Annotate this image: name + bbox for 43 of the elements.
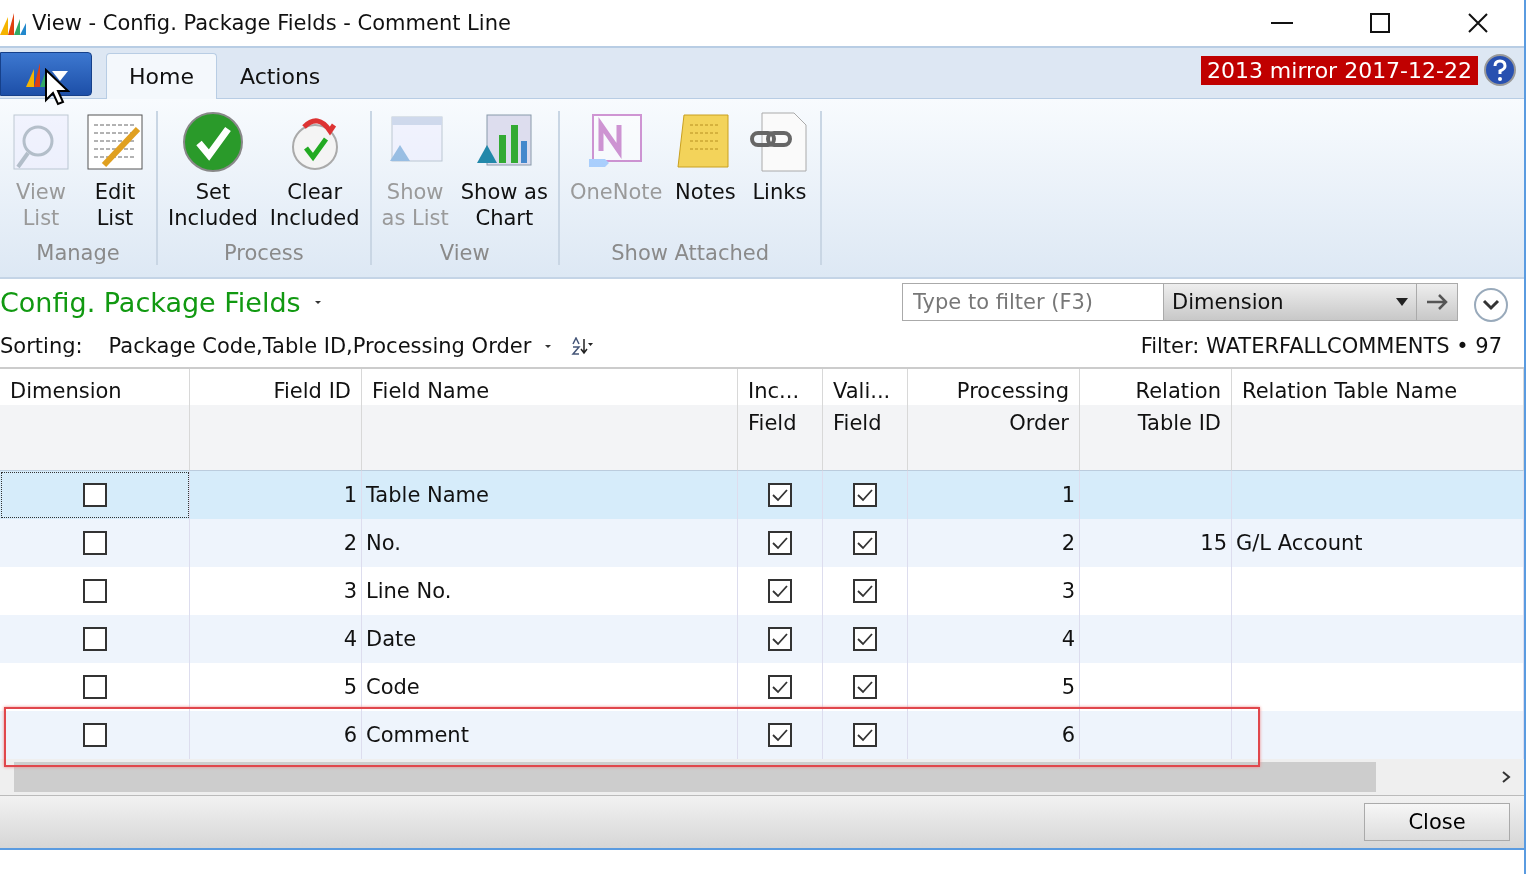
column-header[interactable]: Vali... Field <box>823 369 908 471</box>
group-label: Process <box>223 241 304 265</box>
table-cell: 4 <box>190 615 362 663</box>
ribbon-tab[interactable]: Actions <box>216 53 344 99</box>
table-cell: Date <box>362 615 738 663</box>
sorting-dropdown[interactable]: Package Code,Table ID,Processing Order <box>108 334 532 358</box>
table-cell: Comment <box>362 711 738 759</box>
ribbon-button[interactable]: Edit List <box>80 111 150 241</box>
page-title: Config. Package Fields <box>0 286 301 318</box>
column-header[interactable]: Processing Order <box>908 369 1080 471</box>
table-cell: Table Name <box>362 471 738 519</box>
column-header[interactable]: Relation Table ID <box>1080 369 1232 471</box>
close-button[interactable]: Close <box>1364 803 1510 841</box>
table-cell: 6 <box>908 711 1080 759</box>
column-header[interactable]: Field Name <box>362 369 738 471</box>
table-cell: 4 <box>908 615 1080 663</box>
group-label: Manage <box>36 241 120 265</box>
table-cell: 6 <box>190 711 362 759</box>
environment-badge: 2013 mirror 2017-12-22 <box>1200 55 1478 85</box>
column-header[interactable]: Inc... Field <box>738 369 823 471</box>
table-cell: 1 <box>190 471 362 519</box>
table-cell: G/L Account <box>1232 519 1524 567</box>
filter-input[interactable]: Type to filter (F3) <box>902 283 1163 321</box>
ribbon-button[interactable]: Clear Included <box>265 111 364 241</box>
table-cell: 2 <box>190 519 362 567</box>
window-title: View - Config. Package Fields - Comment Line <box>32 11 512 35</box>
column-header[interactable]: Relation Table Name <box>1232 369 1524 471</box>
ribbon-button[interactable]: Show as Chart <box>456 111 552 241</box>
filter-field-dropdown[interactable]: Dimension <box>1163 283 1416 321</box>
group-label: View <box>439 241 490 265</box>
sorting-label: Sorting: <box>0 334 83 358</box>
column-header[interactable]: Field ID <box>190 369 362 471</box>
ribbon-tab[interactable]: Home <box>106 53 217 99</box>
group-label: Show Attached <box>611 241 770 265</box>
table-cell: 15 <box>1080 519 1232 567</box>
column-header[interactable]: Dimension <box>0 369 190 471</box>
table-cell: 2 <box>908 519 1080 567</box>
ribbon-button[interactable]: Links <box>744 111 815 241</box>
ribbon-button[interactable]: Set Included <box>164 111 262 241</box>
ribbon-button[interactable]: Notes <box>670 111 741 241</box>
table-cell: 1 <box>908 471 1080 519</box>
table-cell: No. <box>362 519 738 567</box>
filter-info: Filter: WATERFALLCOMMENTS • 97 <box>1140 334 1502 358</box>
